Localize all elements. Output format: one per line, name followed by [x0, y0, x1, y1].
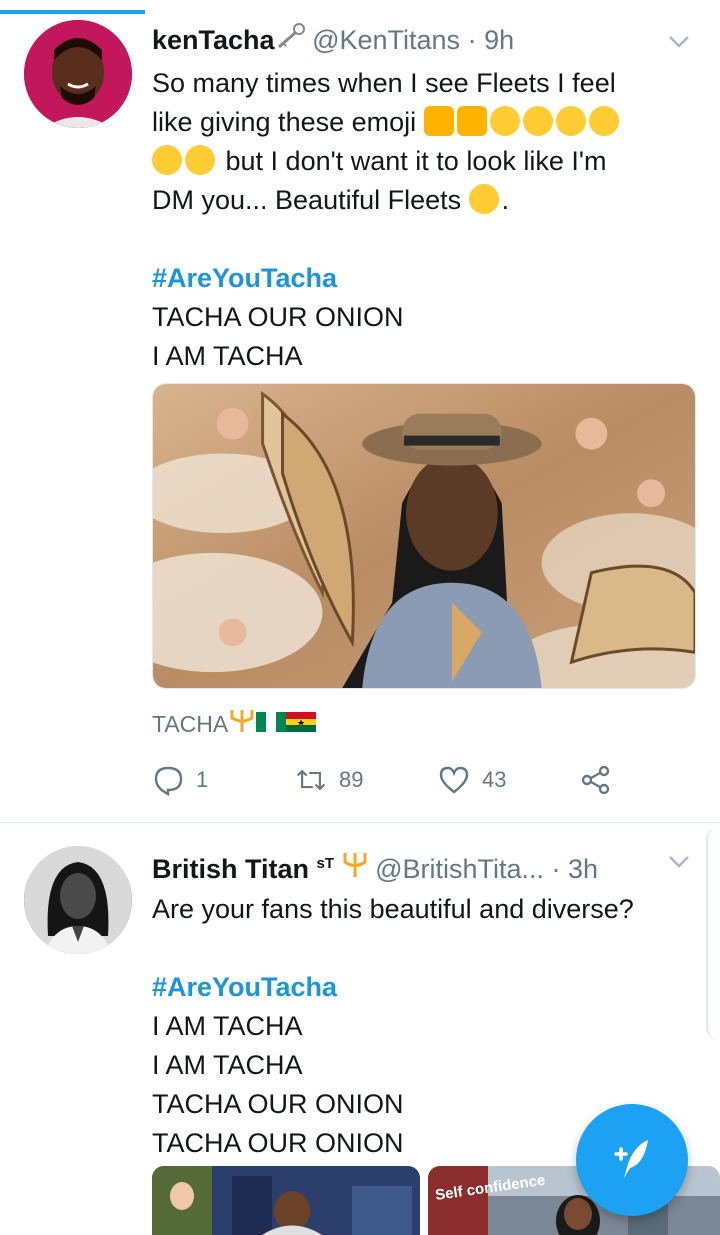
- retweet-icon: [296, 769, 326, 791]
- text-line: but I don't want it to look like I'm: [152, 142, 696, 181]
- compose-tweet-button[interactable]: [576, 1104, 688, 1216]
- handle[interactable]: @KenTitans: [312, 25, 460, 55]
- avatar[interactable]: [24, 846, 132, 954]
- reply-icon: [154, 766, 183, 796]
- image-caption: TACHA: [152, 708, 317, 738]
- key-icon: [275, 23, 305, 55]
- tweet-header: British Titan sT @BritishTita... · 3h: [152, 844, 690, 884]
- compose-icon: [614, 1140, 648, 1178]
- emoji-icon: [489, 106, 520, 136]
- display-name[interactable]: kenTacha: [152, 25, 275, 55]
- emoji-icon: [456, 106, 487, 136]
- retweet-button[interactable]: 89: [295, 762, 363, 798]
- emoji-icon: [555, 106, 586, 136]
- avatar-image: [24, 846, 132, 954]
- like-button[interactable]: 43: [438, 762, 506, 798]
- nigeria-flag-icon: [256, 711, 287, 737]
- emoji-icon: [468, 184, 499, 214]
- share-icon: [581, 765, 610, 795]
- trident-icon: [228, 710, 256, 737]
- emoji-icon: [152, 145, 182, 175]
- timestamp: · 3h: [551, 854, 599, 884]
- text-line: DM you... Beautiful Fleets .: [152, 184, 510, 215]
- share-button[interactable]: [580, 762, 612, 798]
- emoji-icon: [185, 145, 215, 175]
- trident-icon: [342, 853, 368, 884]
- tweet-image[interactable]: [152, 383, 696, 689]
- handle[interactable]: @BritishTita...: [375, 854, 544, 884]
- text-line: like giving these emoji: [152, 103, 696, 142]
- emoji-icon: [423, 106, 454, 136]
- media-thumbnail[interactable]: [152, 1166, 420, 1235]
- text-line: I AM TACHA: [152, 1050, 303, 1080]
- caret-down-icon[interactable]: [666, 848, 692, 874]
- timestamp: · 9h: [467, 25, 515, 55]
- tweet-header: kenTacha @KenTitans · 9h: [152, 20, 690, 60]
- hashtag-link[interactable]: #AreYouTacha: [152, 259, 696, 298]
- reply-count: 1: [196, 767, 209, 792]
- tweet-text: So many times when I see Fleets I feel l…: [152, 64, 696, 376]
- text-line: So many times when I see Fleets I feel: [152, 68, 616, 98]
- tweet-actions: 1 89 43: [152, 762, 652, 798]
- emoji-icon: [522, 106, 553, 136]
- text-line: I AM TACHA: [152, 1011, 303, 1041]
- text-line: I AM TACHA: [152, 341, 303, 371]
- avatar[interactable]: [24, 20, 132, 128]
- ghana-flag-icon: [286, 711, 317, 737]
- reply-button[interactable]: 1: [152, 762, 208, 798]
- display-name[interactable]: British Titan: [152, 854, 309, 884]
- text-line: Are your fans this beautiful and diverse…: [152, 894, 634, 924]
- retweet-count: 89: [339, 767, 364, 792]
- tweet-divider: [0, 822, 720, 823]
- avatar-image: [24, 20, 132, 128]
- like-icon: [439, 766, 469, 794]
- tweet-photo: [153, 384, 695, 688]
- name-superscript: sT: [316, 855, 335, 872]
- like-count: 43: [482, 767, 507, 792]
- tweet[interactable]: kenTacha @KenTitans · 9h So many times w…: [0, 14, 720, 822]
- caret-down-icon[interactable]: [666, 28, 692, 54]
- media-photo: [152, 1166, 420, 1235]
- text-line: TACHA OUR ONION: [152, 302, 404, 332]
- emoji-icon: [588, 106, 619, 136]
- hashtag-link[interactable]: #AreYouTacha: [152, 968, 696, 1007]
